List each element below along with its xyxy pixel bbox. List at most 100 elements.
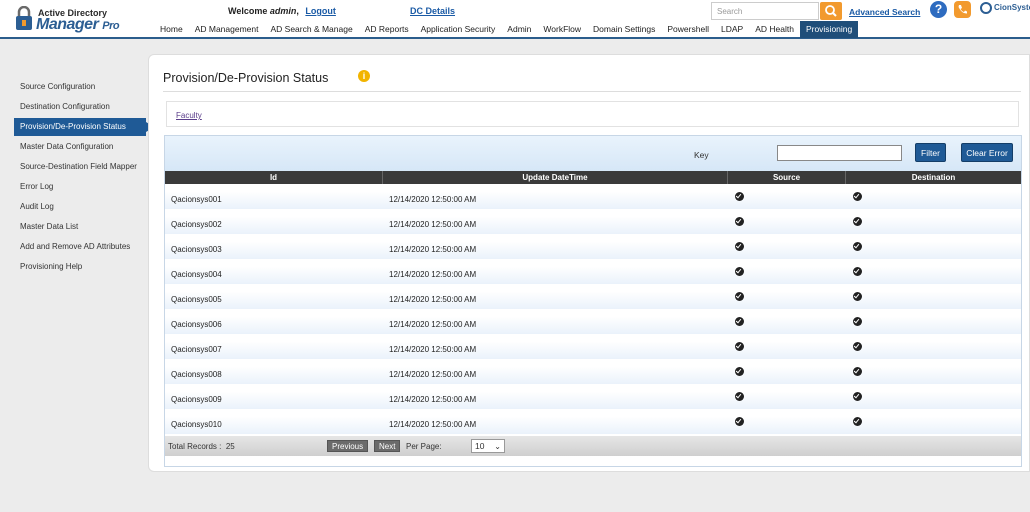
destination-check-icon <box>853 417 862 426</box>
destination-check-icon <box>853 342 862 351</box>
cell-datetime: 12/14/2020 12:50:00 AM <box>389 395 477 404</box>
info-icon[interactable]: i <box>358 70 370 82</box>
column-header-id[interactable]: Id <box>165 171 383 184</box>
table-row[interactable]: Qacionsys005 12/14/2020 12:50:00 AM <box>165 284 1021 309</box>
sidebar: Source Configuration Destination Configu… <box>14 78 154 278</box>
source-check-icon <box>735 192 744 201</box>
key-label: Key <box>694 150 709 160</box>
destination-check-icon <box>853 292 862 301</box>
cell-id: Qacionsys001 <box>171 195 222 204</box>
sidebar-item-provisioning-help[interactable]: Provisioning Help <box>14 258 146 276</box>
cell-datetime: 12/14/2020 12:50:00 AM <box>389 270 477 279</box>
sidebar-item-audit-log[interactable]: Audit Log <box>14 198 146 216</box>
cell-datetime: 12/14/2020 12:50:00 AM <box>389 245 477 254</box>
help-icon[interactable]: ? <box>930 1 947 18</box>
nav-ldap[interactable]: LDAP <box>715 21 749 38</box>
phone-icon[interactable] <box>954 1 971 18</box>
main-nav: Home AD Management AD Search & Manage AD… <box>154 21 859 38</box>
cell-datetime: 12/14/2020 12:50:00 AM <box>389 220 477 229</box>
search-input[interactable]: Search <box>711 2 819 20</box>
destination-check-icon <box>853 367 862 376</box>
table-row[interactable]: Qacionsys006 12/14/2020 12:50:00 AM <box>165 309 1021 334</box>
nav-application-security[interactable]: Application Security <box>415 21 502 38</box>
cell-id: Qacionsys007 <box>171 345 222 354</box>
welcome-text: Welcome admin, Logout <box>228 6 336 16</box>
cell-id: Qacionsys006 <box>171 320 222 329</box>
sidebar-item-error-log[interactable]: Error Log <box>14 178 146 196</box>
company-logo: CionSyste <box>980 2 1030 14</box>
destination-check-icon <box>853 267 862 276</box>
clear-error-button[interactable]: Clear Error <box>961 143 1013 162</box>
cell-id: Qacionsys003 <box>171 245 222 254</box>
phone-glyph-icon <box>958 5 967 14</box>
table-row[interactable]: Qacionsys003 12/14/2020 12:50:00 AM <box>165 234 1021 259</box>
column-header-destination[interactable]: Destination <box>846 171 1021 184</box>
table-header: Id Update DateTime Source Destination <box>165 171 1021 184</box>
table-row[interactable]: Qacionsys002 12/14/2020 12:50:00 AM <box>165 209 1021 234</box>
logout-link[interactable]: Logout <box>305 6 336 16</box>
column-header-source[interactable]: Source <box>728 171 846 184</box>
sidebar-item-field-mapper[interactable]: Source-Destination Field Mapper <box>14 158 146 176</box>
nav-ad-search-manage[interactable]: AD Search & Manage <box>264 21 358 38</box>
nav-ad-management[interactable]: AD Management <box>189 21 265 38</box>
per-page-select[interactable]: 10 ⌄ <box>471 439 505 453</box>
nav-workflow[interactable]: WorkFlow <box>537 21 587 38</box>
cell-datetime: 12/14/2020 12:50:00 AM <box>389 370 477 379</box>
sidebar-item-ad-attributes[interactable]: Add and Remove AD Attributes <box>14 238 146 256</box>
table-row[interactable]: Qacionsys007 12/14/2020 12:50:00 AM <box>165 334 1021 359</box>
cell-id: Qacionsys009 <box>171 395 222 404</box>
table-row[interactable]: Qacionsys010 12/14/2020 12:50:00 AM <box>165 409 1021 434</box>
cell-id: Qacionsys008 <box>171 370 222 379</box>
nav-ad-reports[interactable]: AD Reports <box>359 21 415 38</box>
search-button[interactable] <box>820 2 842 20</box>
nav-powershell[interactable]: Powershell <box>661 21 715 38</box>
per-page-label: Per Page: <box>406 442 442 451</box>
grid-toolbar: Key Filter Clear Error <box>165 136 1021 171</box>
cell-id: Qacionsys005 <box>171 295 222 304</box>
nav-provisioning[interactable]: Provisioning <box>799 21 859 38</box>
next-button[interactable]: Next <box>374 440 401 452</box>
faculty-link[interactable]: Faculty <box>176 111 202 120</box>
sidebar-item-master-data-list[interactable]: Master Data List <box>14 218 146 236</box>
table-row[interactable]: Qacionsys009 12/14/2020 12:50:00 AM <box>165 384 1021 409</box>
destination-check-icon <box>853 242 862 251</box>
filter-button[interactable]: Filter <box>915 143 946 162</box>
key-input[interactable] <box>777 145 902 161</box>
destination-check-icon <box>853 217 862 226</box>
cell-id: Qacionsys010 <box>171 420 222 429</box>
dc-details-link[interactable]: DC Details <box>410 6 455 16</box>
source-check-icon <box>735 317 744 326</box>
top-header: Active Directory Manager Pro Welcome adm… <box>0 0 1030 39</box>
cell-datetime: 12/14/2020 12:50:00 AM <box>389 295 477 304</box>
pager: Total Records : 25 Previous Next Per Pag… <box>165 436 1021 456</box>
source-check-icon <box>735 292 744 301</box>
source-check-icon <box>735 342 744 351</box>
source-check-icon <box>735 367 744 376</box>
cell-id: Qacionsys002 <box>171 220 222 229</box>
sidebar-item-destination-configuration[interactable]: Destination Configuration <box>14 98 146 116</box>
source-check-icon <box>735 242 744 251</box>
column-header-update-datetime[interactable]: Update DateTime <box>383 171 728 184</box>
advanced-search-link[interactable]: Advanced Search <box>849 7 920 17</box>
nav-admin[interactable]: Admin <box>501 21 537 38</box>
nav-ad-health[interactable]: AD Health <box>749 21 800 38</box>
sidebar-item-source-configuration[interactable]: Source Configuration <box>14 78 146 96</box>
faculty-section: Faculty <box>166 101 1019 127</box>
source-check-icon <box>735 217 744 226</box>
cell-datetime: 12/14/2020 12:50:00 AM <box>389 195 477 204</box>
sidebar-item-master-data-configuration[interactable]: Master Data Configuration <box>14 138 146 156</box>
nav-home[interactable]: Home <box>154 21 189 38</box>
nav-domain-settings[interactable]: Domain Settings <box>587 21 661 38</box>
destination-check-icon <box>853 317 862 326</box>
sidebar-item-provision-status[interactable]: Provision/De-Provision Status <box>14 118 154 136</box>
table-row[interactable]: Qacionsys001 12/14/2020 12:50:00 AM <box>165 184 1021 209</box>
source-check-icon <box>735 392 744 401</box>
total-records: Total Records : 25 <box>168 442 235 451</box>
cell-datetime: 12/14/2020 12:50:00 AM <box>389 345 477 354</box>
logo-main-text: Manager Pro <box>36 16 120 33</box>
app-logo[interactable]: Active Directory Manager Pro <box>14 6 134 34</box>
previous-button[interactable]: Previous <box>327 440 369 452</box>
table-body: Qacionsys001 12/14/2020 12:50:00 AM Qaci… <box>165 184 1021 436</box>
table-row[interactable]: Qacionsys008 12/14/2020 12:50:00 AM <box>165 359 1021 384</box>
table-row[interactable]: Qacionsys004 12/14/2020 12:50:00 AM <box>165 259 1021 284</box>
